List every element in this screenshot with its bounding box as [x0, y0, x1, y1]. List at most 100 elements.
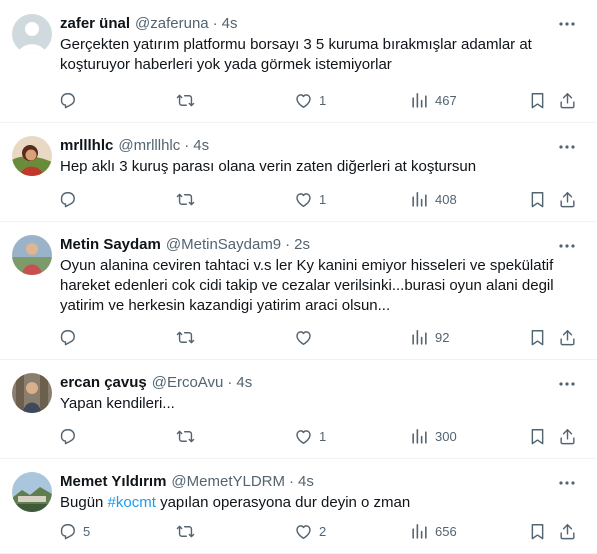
- tweet[interactable]: zafer ünal @zaferuna · 4s Gerçekten yatı…: [0, 0, 597, 123]
- share-button[interactable]: [558, 91, 577, 110]
- tweet[interactable]: ercan çavuş @ErcoAvu · 4s Yapan kendiler…: [0, 360, 597, 459]
- reply-button[interactable]: [58, 328, 83, 347]
- share-button[interactable]: [558, 190, 577, 209]
- action-bar: 92: [58, 327, 583, 347]
- share-button[interactable]: [558, 427, 577, 446]
- display-name[interactable]: ercan çavuş: [60, 373, 147, 393]
- tweet-text: Gerçekten yatırım platformu borsayı 3 5 …: [60, 36, 537, 73]
- retweet-icon: [176, 525, 195, 537]
- more-dots-icon[interactable]: [557, 473, 577, 493]
- bookmark-button[interactable]: [528, 427, 547, 446]
- action-bar: 1 408: [58, 189, 583, 209]
- like-count: 1: [319, 428, 327, 444]
- reply-icon: [60, 329, 75, 345]
- like-button[interactable]: 1: [294, 91, 326, 110]
- views-button[interactable]: 467: [410, 91, 457, 110]
- tweet-text-start: Bugün: [60, 494, 108, 511]
- bookmark-icon: [531, 329, 544, 345]
- like-button[interactable]: 1: [294, 427, 326, 446]
- more-dots-icon[interactable]: [557, 374, 577, 394]
- avatar[interactable]: [12, 14, 52, 54]
- view-count: 656: [435, 523, 457, 539]
- view-count: 92: [435, 329, 450, 345]
- views-bar-chart-icon: [412, 428, 427, 444]
- tweet-text: Hep aklı 3 kuruş parası olana verin zate…: [60, 158, 477, 175]
- share-button[interactable]: [558, 522, 577, 541]
- timestamp[interactable]: 2s: [294, 235, 310, 255]
- retweet-icon: [176, 331, 195, 343]
- tweet[interactable]: Memet Yıldırım @MemetYLDRM · 4s Bugün #k…: [0, 459, 597, 554]
- display-name[interactable]: Metin Saydam: [60, 235, 161, 255]
- retweet-button[interactable]: [176, 328, 201, 347]
- share-icon: [560, 191, 575, 207]
- timestamp[interactable]: 4s: [222, 14, 238, 34]
- tweet-header: Metin Saydam @MetinSaydam9 · 2s: [60, 235, 581, 255]
- tweet-feed: zafer ünal @zaferuna · 4s Gerçekten yatı…: [0, 0, 597, 554]
- views-button[interactable]: 300: [410, 427, 457, 446]
- like-button[interactable]: 1: [294, 190, 326, 209]
- user-handle[interactable]: @MemetYLDRM: [171, 472, 285, 492]
- user-handle[interactable]: @MetinSaydam9: [166, 235, 281, 255]
- more-dots-icon[interactable]: [557, 137, 577, 157]
- more-dots-icon[interactable]: [557, 14, 577, 34]
- avatar[interactable]: [12, 235, 52, 275]
- bookmark-button[interactable]: [528, 190, 547, 209]
- avatar[interactable]: [12, 472, 52, 512]
- tweet-text: Yapan kendileri...: [60, 395, 175, 412]
- like-count: 1: [319, 191, 327, 207]
- views-bar-chart-icon: [412, 191, 427, 207]
- retweet-icon: [176, 430, 195, 442]
- separator-dot: ·: [285, 236, 291, 253]
- views-button[interactable]: 656: [410, 522, 457, 541]
- tweet[interactable]: Metin Saydam @MetinSaydam9 · 2s Oyun ala…: [0, 222, 597, 360]
- share-icon: [560, 329, 575, 345]
- bookmark-button[interactable]: [528, 328, 547, 347]
- timestamp[interactable]: 4s: [298, 472, 314, 492]
- display-name[interactable]: mrlllhlc: [60, 136, 113, 156]
- reply-button[interactable]: 5: [58, 522, 90, 541]
- retweet-icon: [176, 193, 195, 205]
- bookmark-icon: [531, 191, 544, 207]
- user-handle[interactable]: @mrlllhlc: [118, 136, 180, 156]
- share-icon: [560, 92, 575, 108]
- reply-button[interactable]: [58, 427, 83, 446]
- bookmark-button[interactable]: [528, 522, 547, 541]
- like-count: 2: [319, 523, 327, 539]
- bookmark-icon: [531, 523, 544, 539]
- tweet-header: Memet Yıldırım @MemetYLDRM · 4s: [60, 472, 581, 492]
- avatar[interactable]: [12, 136, 52, 176]
- display-name[interactable]: Memet Yıldırım: [60, 472, 166, 492]
- avatar[interactable]: [12, 373, 52, 413]
- views-button[interactable]: 408: [410, 190, 457, 209]
- tweet[interactable]: mrlllhlc @mrlllhlc · 4s Hep aklı 3 kuruş…: [0, 123, 597, 222]
- heart-icon: [296, 330, 311, 345]
- more-dots-icon[interactable]: [557, 236, 577, 256]
- tweet-text: Bugün #kocmt yapılan operasyona dur deyi…: [60, 493, 581, 513]
- view-count: 300: [435, 428, 457, 444]
- separator-dot: ·: [184, 137, 190, 154]
- separator-dot: ·: [212, 15, 218, 32]
- timestamp[interactable]: 4s: [193, 136, 209, 156]
- bookmark-button[interactable]: [528, 91, 547, 110]
- reply-button[interactable]: [58, 91, 83, 110]
- like-button[interactable]: [294, 328, 319, 347]
- retweet-button[interactable]: [176, 91, 201, 110]
- retweet-button[interactable]: [176, 427, 201, 446]
- user-handle[interactable]: @ErcoAvu: [152, 373, 224, 393]
- like-button[interactable]: 2: [294, 522, 326, 541]
- retweet-button[interactable]: [176, 522, 201, 541]
- timestamp[interactable]: 4s: [236, 373, 252, 393]
- hashtag-link[interactable]: #kocmt: [108, 494, 156, 511]
- display-name[interactable]: zafer ünal: [60, 14, 130, 34]
- user-handle[interactable]: @zaferuna: [135, 14, 209, 34]
- retweet-button[interactable]: [176, 190, 201, 209]
- share-button[interactable]: [558, 328, 577, 347]
- views-button[interactable]: 92: [410, 328, 449, 347]
- action-bar: 5 2 656: [58, 521, 583, 541]
- action-bar: 1 300: [58, 426, 583, 446]
- views-bar-chart-icon: [412, 92, 427, 108]
- bookmark-icon: [531, 428, 544, 444]
- separator-dot: ·: [227, 374, 233, 391]
- tweet-header: mrlllhlc @mrlllhlc · 4s: [60, 136, 581, 156]
- reply-button[interactable]: [58, 190, 83, 209]
